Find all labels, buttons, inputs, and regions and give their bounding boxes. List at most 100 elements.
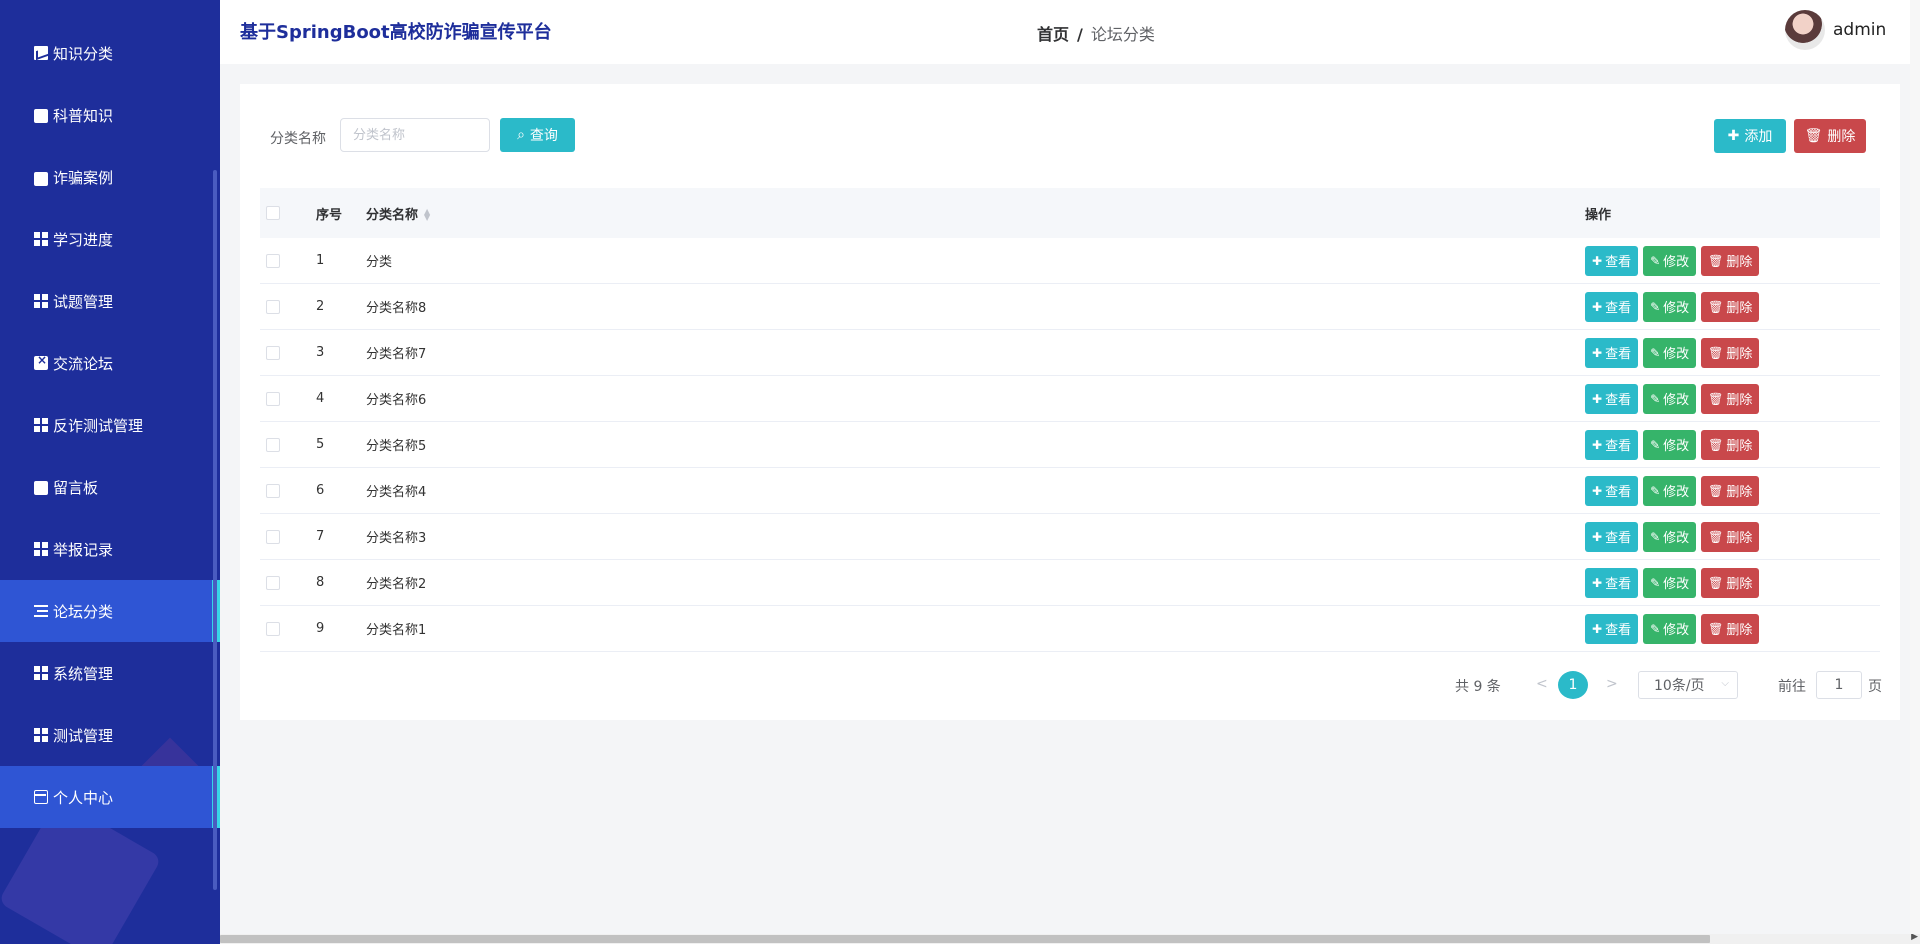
- pagination-next[interactable]: >: [1606, 676, 1618, 692]
- view-button[interactable]: ✚ 查看: [1585, 383, 1639, 414]
- row-checkbox[interactable]: [266, 299, 280, 314]
- sidebar-item-3[interactable]: 学习进度: [0, 208, 220, 270]
- delete-button[interactable]: 🗑 删除: [1701, 475, 1760, 506]
- row-checkbox[interactable]: [266, 621, 280, 636]
- table-row: 2 分类名称8 ✚ 查看 ✎ 修改 🗑 删除: [260, 284, 1880, 330]
- header-name[interactable]: 分类名称 ▲ ▼: [366, 204, 430, 223]
- row-actions: ✚ 查看 ✎ 修改 🗑 删除: [1585, 291, 1760, 322]
- row-checkbox[interactable]: [266, 253, 280, 268]
- sidebar-item-12[interactable]: 个人中心: [0, 766, 220, 828]
- delete-button[interactable]: 🗑 删除: [1701, 429, 1760, 460]
- batch-delete-button[interactable]: 🗑 删除: [1794, 119, 1866, 153]
- avatar[interactable]: [1785, 10, 1825, 50]
- edit-button[interactable]: ✎ 修改: [1643, 245, 1697, 276]
- row-index: 9: [316, 621, 325, 636]
- edit-button[interactable]: ✎ 修改: [1643, 613, 1697, 644]
- breadcrumb-current: 论坛分类: [1090, 25, 1155, 44]
- sidebar: 知识分类科普知识诈骗案例学习进度试题管理交流论坛反诈测试管理留言板举报记录论坛分…: [0, 0, 220, 944]
- vertical-scrollbar[interactable]: [1910, 0, 1920, 934]
- edit-button[interactable]: ✎ 修改: [1643, 337, 1697, 368]
- delete-button[interactable]: 🗑 删除: [1701, 245, 1760, 276]
- sidebar-item-2[interactable]: 诈骗案例: [0, 146, 220, 208]
- view-button[interactable]: ✚ 查看: [1585, 429, 1639, 460]
- row-name: 分类名称3: [366, 531, 427, 546]
- sidebar-scrollbar[interactable]: [213, 170, 217, 890]
- row-name: 分类名称2: [366, 577, 427, 592]
- sidebar-item-8[interactable]: 举报记录: [0, 518, 220, 580]
- pagination-prev[interactable]: <: [1536, 676, 1548, 692]
- horizontal-scrollbar[interactable]: ▶: [220, 932, 1920, 944]
- row-checkbox[interactable]: [266, 575, 280, 590]
- trash-icon: 🗑: [1708, 253, 1724, 268]
- edit-icon: ✎: [1650, 529, 1661, 544]
- query-button[interactable]: ⌕ 查询: [500, 118, 575, 152]
- view-button-label: 查看: [1605, 255, 1632, 270]
- edit-button[interactable]: ✎ 修改: [1643, 291, 1697, 322]
- edit-button[interactable]: ✎ 修改: [1643, 383, 1697, 414]
- search-input[interactable]: [340, 118, 490, 152]
- sort-icon[interactable]: ▲ ▼: [424, 208, 430, 222]
- ticket-icon: [34, 109, 48, 123]
- edit-button[interactable]: ✎ 修改: [1643, 521, 1697, 552]
- username[interactable]: admin: [1833, 20, 1886, 40]
- row-checkbox[interactable]: [266, 483, 280, 498]
- delete-button-label: 删除: [1726, 577, 1753, 592]
- row-checkbox[interactable]: [266, 529, 280, 544]
- edit-button-label: 修改: [1663, 347, 1690, 362]
- view-button[interactable]: ✚ 查看: [1585, 521, 1639, 552]
- delete-button[interactable]: 🗑 删除: [1701, 613, 1760, 644]
- sidebar-item-5[interactable]: 交流论坛: [0, 332, 220, 394]
- row-actions: ✚ 查看 ✎ 修改 🗑 删除: [1585, 521, 1760, 552]
- pagination-current-page[interactable]: 1: [1558, 671, 1588, 699]
- row-checkbox[interactable]: [266, 437, 280, 452]
- pagination-page-input[interactable]: [1816, 671, 1862, 699]
- sidebar-item-11[interactable]: 测试管理: [0, 704, 220, 766]
- delete-button[interactable]: 🗑 删除: [1701, 567, 1760, 598]
- view-button[interactable]: ✚ 查看: [1585, 337, 1639, 368]
- trash-icon: 🗑: [1708, 391, 1724, 406]
- header-ops: 操作: [1585, 207, 1612, 223]
- row-checkbox[interactable]: [266, 345, 280, 360]
- edit-button[interactable]: ✎ 修改: [1643, 567, 1697, 598]
- row-index: 1: [316, 253, 325, 268]
- delete-button[interactable]: 🗑 删除: [1701, 291, 1760, 322]
- sidebar-item-label: 交流论坛: [53, 354, 114, 373]
- view-button[interactable]: ✚ 查看: [1585, 245, 1639, 276]
- breadcrumb-home[interactable]: 首页: [1037, 25, 1069, 44]
- table-row: 6 分类名称4 ✚ 查看 ✎ 修改 🗑 删除: [260, 468, 1880, 514]
- sidebar-item-6[interactable]: 反诈测试管理: [0, 394, 220, 456]
- delete-button-label: 删除: [1726, 439, 1753, 454]
- chevron-down-icon: ⌵: [1721, 678, 1729, 689]
- view-button[interactable]: ✚ 查看: [1585, 475, 1639, 506]
- view-button-label: 查看: [1605, 623, 1632, 638]
- view-button-label: 查看: [1605, 531, 1632, 546]
- row-name: 分类名称4: [366, 485, 427, 500]
- delete-button[interactable]: 🗑 删除: [1701, 521, 1760, 552]
- delete-button[interactable]: 🗑 删除: [1701, 383, 1760, 414]
- view-button[interactable]: ✚ 查看: [1585, 291, 1639, 322]
- edit-icon: ✎: [1650, 253, 1661, 268]
- sidebar-item-7[interactable]: 留言板: [0, 456, 220, 518]
- trash-icon: 🗑: [1708, 575, 1724, 590]
- edit-icon: ✎: [1650, 345, 1661, 360]
- category-table: 序号 分类名称 ▲ ▼ 操作 1 分类 ✚ 查看 ✎ 修改 🗑 删除 2 分类名称8 ✚ 查看 ✎ 修改 🗑 删除…: [260, 188, 1880, 652]
- view-button[interactable]: ✚ 查看: [1585, 613, 1639, 644]
- table-row: 5 分类名称5 ✚ 查看 ✎ 修改 🗑 删除: [260, 422, 1880, 468]
- row-checkbox[interactable]: [266, 391, 280, 406]
- sidebar-item-9[interactable]: 论坛分类: [0, 580, 220, 642]
- edit-button[interactable]: ✎ 修改: [1643, 475, 1697, 506]
- sidebar-item-1[interactable]: 科普知识: [0, 84, 220, 146]
- view-button[interactable]: ✚ 查看: [1585, 567, 1639, 598]
- list-icon: [34, 604, 48, 618]
- sidebar-item-0[interactable]: 知识分类: [0, 22, 220, 84]
- delete-button[interactable]: 🗑 删除: [1701, 337, 1760, 368]
- sidebar-item-4[interactable]: 试题管理: [0, 270, 220, 332]
- page-size-select[interactable]: 10条/页 ⌵: [1638, 671, 1738, 699]
- sidebar-item-10[interactable]: 系统管理: [0, 642, 220, 704]
- horizontal-scrollbar-thumb[interactable]: [220, 935, 1710, 943]
- add-button[interactable]: ✚ 添加: [1714, 119, 1786, 153]
- select-all-checkbox[interactable]: [266, 206, 280, 220]
- edit-button[interactable]: ✎ 修改: [1643, 429, 1697, 460]
- edit-icon: ✎: [1650, 483, 1661, 498]
- row-index: 8: [316, 575, 325, 590]
